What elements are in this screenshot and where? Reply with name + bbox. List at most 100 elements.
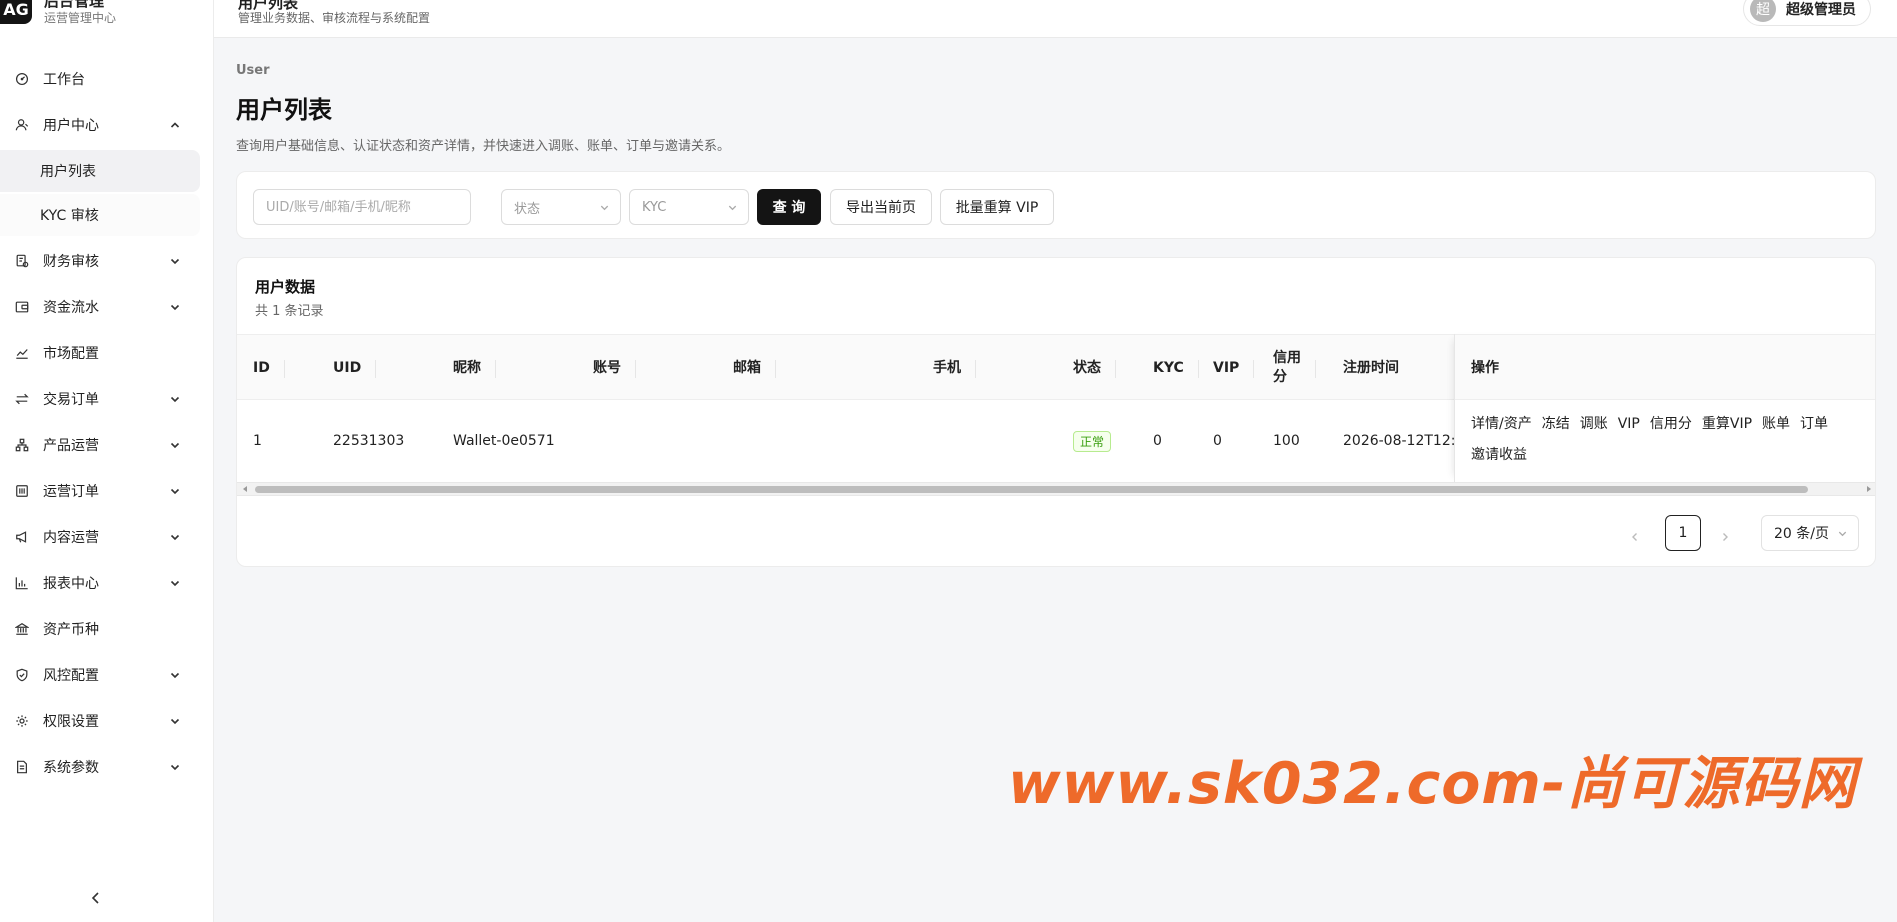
column-header-id: ID [253, 335, 285, 401]
chevron-down-icon [170, 258, 180, 265]
record-count: 共 1 条记录 [255, 304, 324, 319]
sidebar-item-fund-flow[interactable]: 资金流水 [0, 284, 214, 330]
chevron-left-icon [1632, 533, 1637, 541]
bank-icon [15, 622, 29, 636]
scrollbar-thumb[interactable] [255, 486, 1808, 493]
action-details-assets-link[interactable]: 详情/资产 [1471, 413, 1532, 433]
pagination-next[interactable] [1715, 527, 1735, 547]
brand-subtitle: 运营管理中心 [44, 11, 117, 25]
sidebar-item-label: 用户中心 [43, 118, 99, 134]
chevron-down-icon [170, 718, 180, 725]
sidebar-item-dashboard[interactable]: 工作台 [0, 56, 214, 102]
chevron-down-icon [728, 205, 737, 211]
sidebar-item-label: 财务审核 [43, 254, 99, 270]
swap-icon [15, 392, 29, 406]
status-select[interactable]: 状态 [501, 189, 621, 225]
status-badge: 正常 [1073, 430, 1112, 452]
batch-recalc-vip-button[interactable]: 批量重算 VIP [940, 189, 1054, 225]
chevron-down-icon [170, 672, 180, 679]
cell-vip: 0 [1213, 433, 1222, 449]
sidebar-item-finance-review[interactable]: 财务审核 [0, 238, 214, 284]
chart-line-icon [15, 346, 29, 360]
breadcrumb: User [236, 63, 270, 78]
sidebar-item-risk-config[interactable]: 风控配置 [0, 652, 214, 698]
chevron-down-icon [170, 764, 180, 771]
brand: AG 后台管理 运营管理中心 [0, 0, 214, 30]
wallet-icon [15, 300, 29, 314]
collapse-sidebar-icon[interactable] [88, 890, 104, 906]
cell-status: 正常 [1073, 400, 1112, 482]
watermark-text: www.sk032.com-尚可源码网 [1008, 751, 1857, 817]
query-button[interactable]: 查 询 [757, 189, 821, 225]
sidebar-item-system-params[interactable]: 系统参数 [0, 744, 214, 790]
export-current-page-button[interactable]: 导出当前页 [830, 189, 932, 225]
page-size-select[interactable]: 20 条/页 [1761, 515, 1859, 551]
sidebar-subitem-user-list[interactable]: 用户列表 [0, 150, 200, 192]
pagination-page[interactable]: 1 [1665, 515, 1701, 551]
kyc-select[interactable]: KYC [629, 189, 749, 225]
table-title: 用户数据 [255, 278, 316, 296]
sidebar-item-content-ops[interactable]: 内容运营 [0, 514, 214, 560]
sidebar-item-product-ops[interactable]: 产品运营 [0, 422, 214, 468]
user-name: 超级管理员 [1786, 2, 1856, 18]
sidebar: AG 后台管理 运营管理中心 工作台 用户中心 用户列表 KYC 审核 财务审核… [0, 0, 214, 922]
top-header: 用户列表 管理业务数据、审核流程与系统配置 超 超级管理员 [214, 0, 1897, 38]
row-actions: 详情/资产 冻结 调账 VIP 信用分 重算VIP 账单 订单邀请收益 [1471, 413, 1871, 475]
user-table-card: 用户数据 共 1 条记录 ID UID 昵称 账号 邮箱 手机 状态 KYC V… [236, 257, 1876, 567]
action-credit-score-link[interactable]: 信用分 [1650, 413, 1692, 433]
column-header-registered-at: 注册时间 [1343, 359, 1399, 376]
chevron-down-icon [170, 580, 180, 587]
action-adjust-account-link[interactable]: 调账 [1580, 413, 1608, 433]
sidebar-item-label: 权限设置 [43, 714, 99, 730]
action-orders-link[interactable]: 订单 [1800, 413, 1828, 433]
sidebar-item-asset-currency[interactable]: 资产币种 [0, 606, 214, 652]
sidebar-item-market-config[interactable]: 市场配置 [0, 330, 214, 376]
column-header-account: 账号 [593, 335, 636, 401]
sidebar-item-report-center[interactable]: 报表中心 [0, 560, 214, 606]
header-subtitle: 管理业务数据、审核流程与系统配置 [238, 11, 431, 25]
scroll-left-icon[interactable] [241, 485, 249, 493]
action-invite-earnings-link[interactable]: 邀请收益 [1471, 444, 1527, 464]
sidebar-item-label: 市场配置 [43, 346, 99, 362]
sidebar-subitem-kyc-review[interactable]: KYC 审核 [0, 194, 200, 236]
dashboard-icon [15, 72, 29, 86]
horizontal-scrollbar[interactable] [237, 482, 1875, 496]
cell-nickname: Wallet-0e0571 [453, 433, 555, 449]
megaphone-icon [15, 530, 29, 544]
sidebar-item-label: 资金流水 [43, 300, 99, 316]
column-header-kyc: KYC [1153, 335, 1199, 401]
sidebar-item-label: 资产币种 [43, 622, 99, 638]
action-vip-link[interactable]: VIP [1618, 416, 1640, 432]
column-header-credit-score: 信用 分 [1273, 335, 1316, 401]
column-header-vip: VIP [1213, 335, 1255, 401]
sidebar-item-trade-orders[interactable]: 交易订单 [0, 376, 214, 422]
user-menu[interactable]: 超 超级管理员 [1743, 0, 1871, 26]
cell-kyc: 0 [1153, 433, 1162, 449]
search-input[interactable] [253, 189, 471, 225]
sidebar-item-permission-settings[interactable]: 权限设置 [0, 698, 214, 744]
finance-icon [15, 254, 29, 268]
column-header-status: 状态 [1073, 335, 1116, 401]
pagination-prev[interactable] [1625, 527, 1645, 547]
sidebar-item-label: 工作台 [43, 72, 85, 88]
sidebar-item-label: 风控配置 [43, 668, 99, 684]
column-header-uid: UID [333, 335, 377, 401]
brand-logo: AG [0, 0, 32, 24]
column-header-phone: 手机 [933, 335, 976, 401]
scroll-right-icon[interactable] [1865, 485, 1873, 493]
page-title: 用户列表 [236, 96, 332, 124]
action-recalc-vip-link[interactable]: 重算VIP [1702, 413, 1752, 433]
actions-column: 操作 详情/资产 冻结 调账 VIP 信用分 重算VIP 账单 订单邀请收益 [1454, 334, 1875, 482]
page-size-value: 20 条/页 [1774, 526, 1829, 542]
order-icon [15, 484, 29, 498]
sidebar-item-label: 交易订单 [43, 392, 99, 408]
column-header-nickname: 昵称 [453, 335, 496, 401]
chevron-down-icon [170, 534, 180, 541]
action-bills-link[interactable]: 账单 [1762, 413, 1790, 433]
action-freeze-link[interactable]: 冻结 [1542, 413, 1570, 433]
sidebar-item-ops-orders[interactable]: 运营订单 [0, 468, 214, 514]
cell-credit-score: 100 [1273, 433, 1300, 449]
sidebar-item-label: 产品运营 [43, 438, 99, 454]
sidebar-item-label: 内容运营 [43, 530, 99, 546]
sidebar-item-user-center[interactable]: 用户中心 [0, 102, 214, 148]
